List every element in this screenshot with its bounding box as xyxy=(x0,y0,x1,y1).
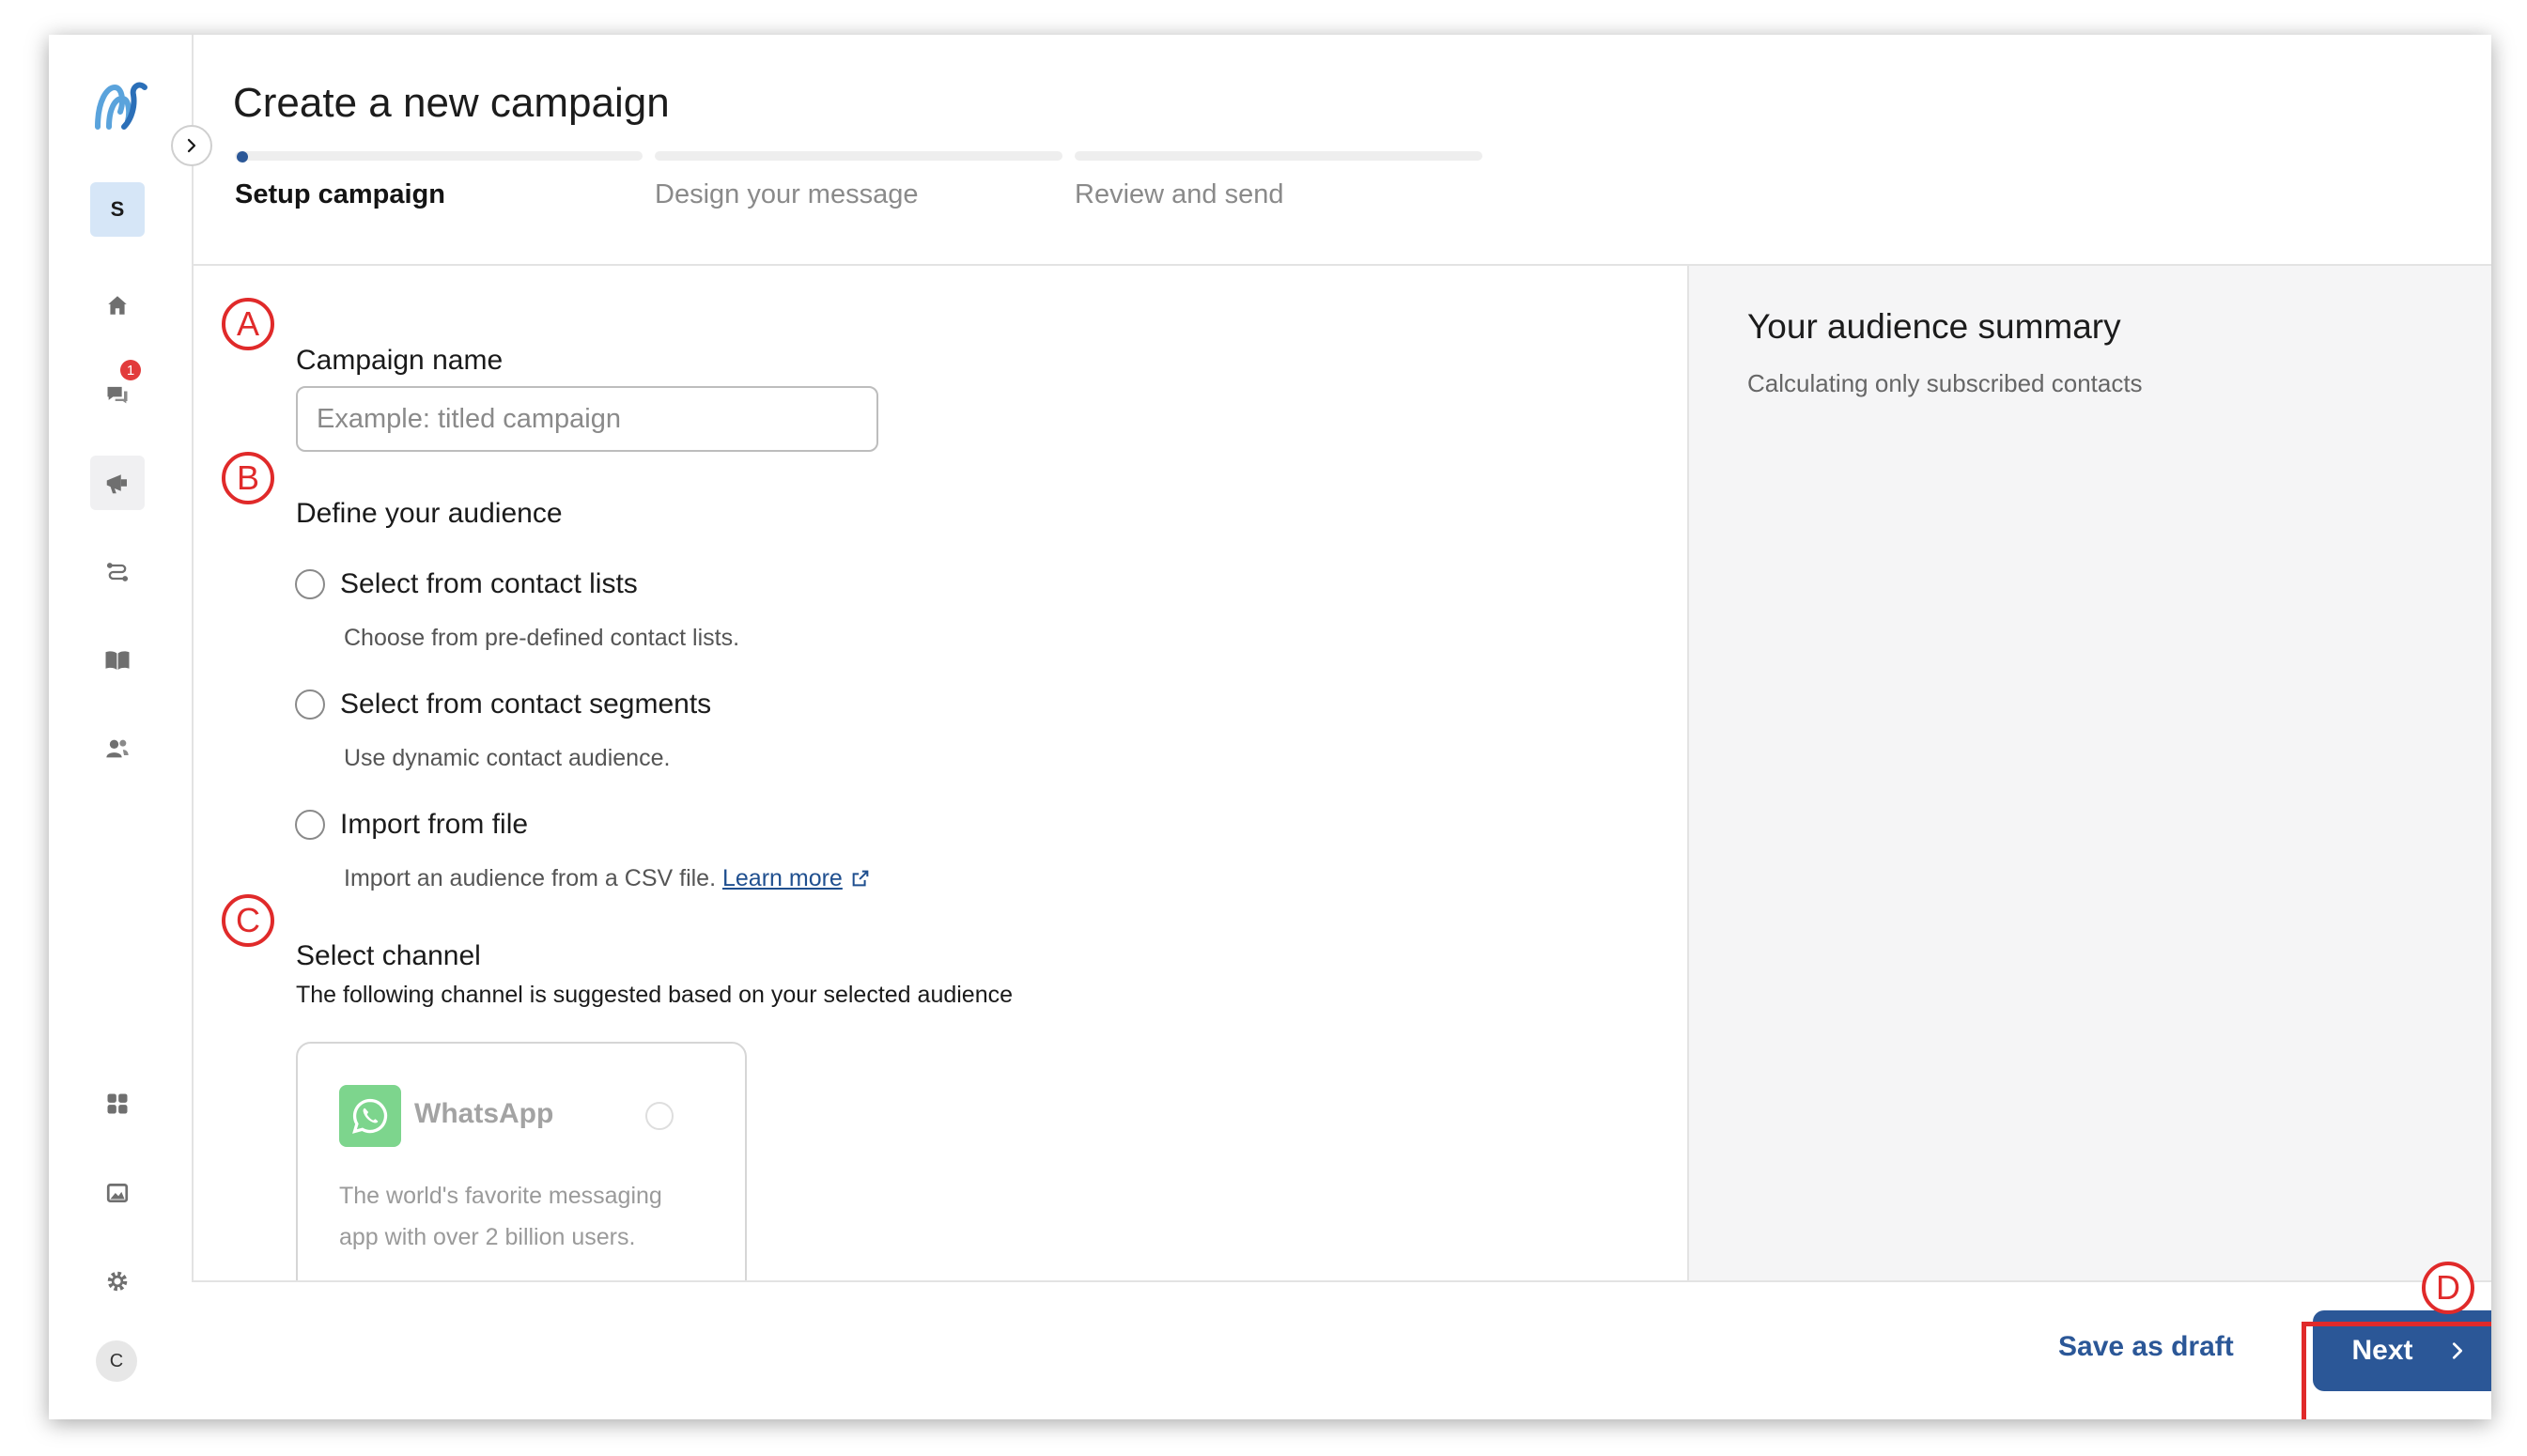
audience-label: Define your audience xyxy=(296,498,563,529)
nav-campaigns[interactable] xyxy=(90,456,145,510)
summary-title: Your audience summary xyxy=(1747,307,2121,346)
home-icon xyxy=(108,296,127,315)
channel-radio[interactable] xyxy=(645,1102,674,1130)
sidebar-toggle-button[interactable] xyxy=(171,125,212,166)
import-description-text: Import an audience from a CSV file. xyxy=(344,865,717,891)
whatsapp-icon xyxy=(339,1085,401,1147)
radio-button[interactable] xyxy=(295,689,325,720)
radio-label: Select from contact segments xyxy=(340,689,712,720)
sidebar: S 1 C xyxy=(49,35,194,1419)
campaign-name-label: Campaign name xyxy=(296,345,504,376)
apps-icon xyxy=(107,1093,128,1114)
annotation-marker-c: C xyxy=(222,894,274,947)
book-icon xyxy=(105,651,130,670)
page-title: Create a new campaign xyxy=(233,80,670,126)
step-label: Setup campaign xyxy=(235,179,445,209)
chat-icon xyxy=(107,386,128,404)
channel-description: The world's favorite messaging app with … xyxy=(339,1183,662,1250)
nav-journeys[interactable] xyxy=(90,545,145,599)
user-initial: C xyxy=(109,1350,124,1371)
radio-description: Use dynamic contact audience. xyxy=(344,745,671,771)
step-label: Design your message xyxy=(655,179,919,209)
chevron-right-icon xyxy=(187,138,196,153)
audience-option-lists[interactable]: Select from contact lists xyxy=(295,568,638,600)
step-progress-bar xyxy=(655,151,1062,161)
channel-name: WhatsApp xyxy=(414,1098,554,1129)
notification-badge: 1 xyxy=(120,360,141,380)
step-label: Review and send xyxy=(1075,179,1284,209)
nav-knowledge[interactable] xyxy=(90,633,145,688)
external-link-icon[interactable] xyxy=(850,868,871,889)
step-current-dot xyxy=(237,151,248,163)
campaign-name-input[interactable] xyxy=(296,386,878,452)
annotation-marker-a: A xyxy=(222,298,274,350)
page-header: Create a new campaign Setup campaign Des… xyxy=(192,35,2491,266)
radio-button[interactable] xyxy=(295,810,325,840)
step-progress-bar xyxy=(1075,151,1482,161)
step-progress-bar xyxy=(235,151,643,163)
channel-card-whatsapp[interactable]: WhatsApp The world's favorite messaging … xyxy=(296,1042,747,1295)
step-setup-campaign: Setup campaign xyxy=(235,151,643,210)
contacts-icon xyxy=(106,739,129,758)
nav-media[interactable] xyxy=(90,1166,145,1220)
annotation-highlight-next xyxy=(2302,1322,2491,1419)
megaphone-icon xyxy=(106,474,127,494)
audience-option-import[interactable]: Import from file xyxy=(295,809,528,841)
campaign-form: A Campaign name B Define your audience S… xyxy=(192,266,1687,1295)
nav-apps[interactable] xyxy=(90,1077,145,1131)
gear-icon xyxy=(107,1271,128,1292)
save-as-draft-button[interactable]: Save as draft xyxy=(2058,1331,2234,1363)
nav-home[interactable] xyxy=(90,278,145,333)
annotation-marker-d: D xyxy=(2422,1262,2474,1314)
summary-subtitle: Calculating only subscribed contacts xyxy=(1747,369,2143,397)
radio-label: Import from file xyxy=(340,809,529,840)
image-icon xyxy=(106,1183,129,1203)
radio-description-import: Import an audience from a CSV file. Lear… xyxy=(344,865,871,892)
audience-summary-panel: Your audience summary Calculating only s… xyxy=(1687,266,2491,1280)
form-footer: Save as draft Next xyxy=(192,1280,2491,1419)
journey-icon xyxy=(106,563,129,581)
nav-conversations[interactable]: 1 xyxy=(90,360,145,422)
nav-settings[interactable] xyxy=(90,1254,145,1309)
step-review-send: Review and send xyxy=(1075,151,1482,210)
radio-description: Choose from pre-defined contact lists. xyxy=(344,625,740,651)
user-avatar[interactable]: C xyxy=(96,1340,137,1382)
logo-icon[interactable] xyxy=(86,72,154,140)
radio-label: Select from contact lists xyxy=(340,568,638,599)
radio-button[interactable] xyxy=(295,569,325,599)
step-design-message: Design your message xyxy=(655,151,1062,210)
learn-more-link[interactable]: Learn more xyxy=(722,865,843,891)
audience-option-segments[interactable]: Select from contact segments xyxy=(295,689,711,720)
channel-hint: The following channel is suggested based… xyxy=(296,982,1014,1008)
app-window: S 1 C Create a new campaign Setup campai… xyxy=(49,35,2491,1419)
nav-contacts[interactable] xyxy=(90,721,145,776)
workspace-badge[interactable]: S xyxy=(90,182,145,237)
annotation-marker-b: B xyxy=(222,452,274,504)
channel-label: Select channel xyxy=(296,940,481,971)
workspace-initial: S xyxy=(110,197,125,221)
